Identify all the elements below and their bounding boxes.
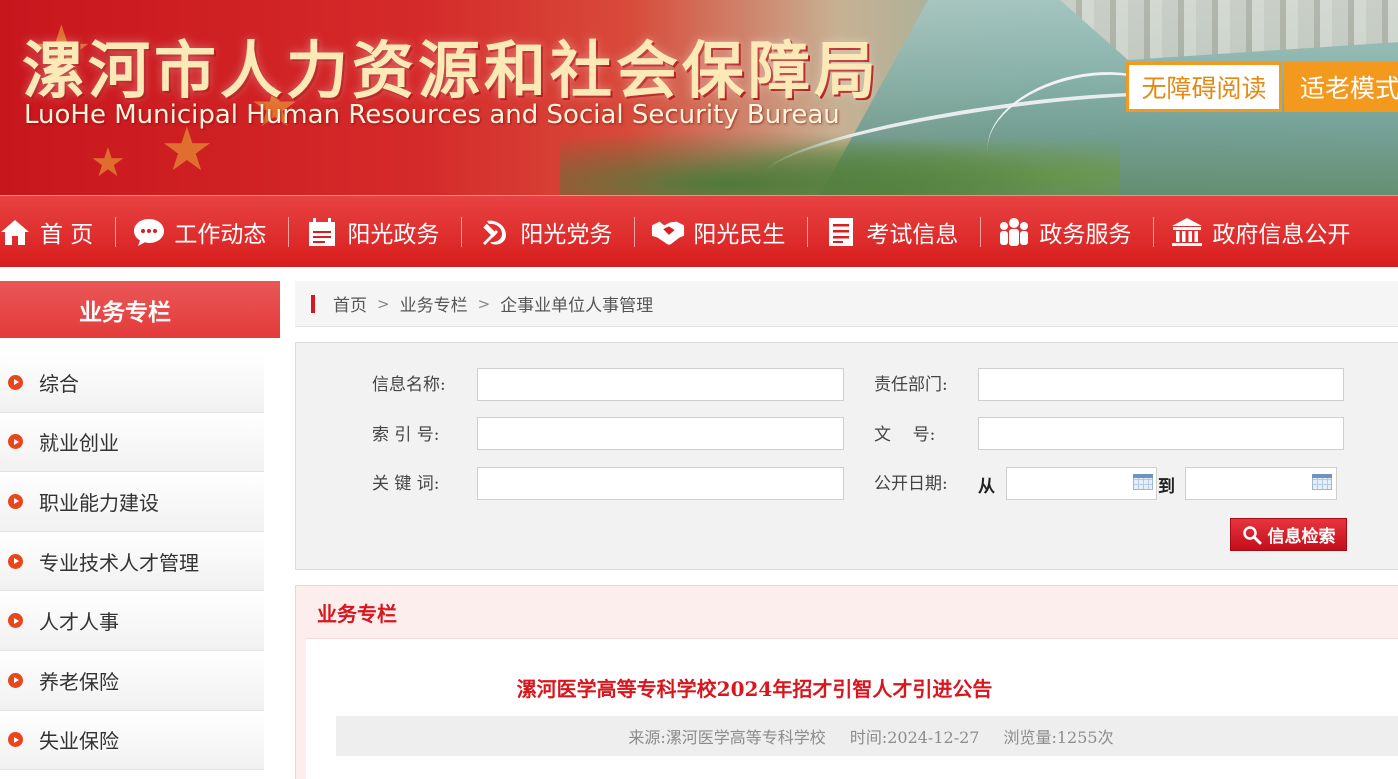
article-views: 浏览量:1255次 bbox=[1003, 728, 1114, 747]
nav-item-party-affairs[interactable]: 阳光党务 bbox=[478, 196, 613, 267]
sidebar-list: 综合 就业创业 职业能力建设 专业技术人才管理 人才人事 养老保险 失业保险 bbox=[0, 338, 264, 771]
handshake-icon bbox=[651, 215, 685, 249]
info-search-button[interactable]: 信息检索 bbox=[1230, 518, 1347, 551]
search-button-label: 信息检索 bbox=[1267, 527, 1336, 547]
calendar-picker-icon[interactable] bbox=[1133, 474, 1153, 490]
date-from-label: 从 bbox=[978, 477, 995, 497]
sidebar-item-talent-personnel[interactable]: 人才人事 bbox=[0, 591, 264, 651]
nav-divider bbox=[115, 216, 117, 247]
sidebar-item-label: 失业保险 bbox=[39, 729, 119, 754]
nav-divider bbox=[634, 216, 636, 247]
nav-item-label: 首 页 bbox=[40, 221, 94, 248]
date-to-label: 到 bbox=[1158, 477, 1175, 497]
info-name-input[interactable] bbox=[477, 368, 844, 401]
department-input[interactable] bbox=[978, 368, 1344, 401]
article-time: 时间:2024-12-27 bbox=[849, 728, 980, 747]
nav-item-label: 政务服务 bbox=[1039, 221, 1132, 248]
breadcrumb-current-link[interactable]: 企事业单位人事管理 bbox=[500, 291, 653, 316]
document-number-input[interactable] bbox=[978, 417, 1344, 450]
sidebar-item-label: 综合 bbox=[39, 371, 79, 396]
search-icon bbox=[1242, 525, 1262, 545]
nav-item-livelihood[interactable]: 阳光民生 bbox=[651, 196, 786, 267]
sidebar-item-label: 人才人事 bbox=[39, 610, 119, 635]
nav-item-label: 阳光民生 bbox=[693, 221, 786, 248]
sidebar-item-label: 养老保险 bbox=[39, 669, 119, 694]
nav-item-label: 阳光党务 bbox=[520, 221, 613, 248]
sidebar-item-label: 专业技术人才管理 bbox=[39, 550, 199, 575]
breadcrumb-section-link[interactable]: 业务专栏 bbox=[400, 291, 468, 316]
people-icon bbox=[997, 215, 1031, 249]
sidebar-item-vocational-skills[interactable]: 职业能力建设 bbox=[0, 472, 264, 532]
nav-item-home[interactable]: 首 页 bbox=[0, 196, 94, 267]
sidebar-item-label: 职业能力建设 bbox=[39, 490, 159, 515]
nav-item-label: 考试信息 bbox=[866, 221, 959, 248]
article-title: 漯河医学高等专科学校2024年招才引智人才引进公告 bbox=[516, 677, 993, 701]
keyword-input[interactable] bbox=[477, 467, 844, 500]
star-icon: ★ bbox=[90, 140, 126, 186]
section-title: 业务专栏 bbox=[317, 601, 397, 626]
arrow-bullet-icon bbox=[8, 613, 23, 629]
nav-item-label: 工作动态 bbox=[174, 221, 267, 248]
content-section: 业务专栏 漯河医学高等专科学校2024年招才引智人才引进公告 来源:漯河医学高等… bbox=[295, 585, 1398, 779]
arrow-bullet-icon bbox=[8, 493, 23, 509]
main-nav: 首 页 工作动态 阳光政务 阳光党务 阳光民生 考试信息 政务服务 政府信息公开 bbox=[0, 195, 1398, 267]
nav-item-label: 阳光政务 bbox=[347, 221, 440, 248]
publish-date-label: 公开日期: bbox=[874, 474, 948, 494]
chevron-right-icon: > bbox=[377, 294, 390, 313]
accessible-reading-button[interactable]: 无障碍阅读 bbox=[1126, 62, 1282, 112]
sidebar-item-professional-talent[interactable]: 专业技术人才管理 bbox=[0, 531, 264, 592]
sidebar-item-unemployment-insurance[interactable]: 失业保险 bbox=[0, 710, 264, 771]
nav-divider bbox=[288, 216, 290, 247]
nav-item-exam-info[interactable]: 考试信息 bbox=[824, 196, 959, 267]
sidebar-item-label: 就业创业 bbox=[39, 431, 119, 456]
banner-trees-image bbox=[560, 120, 1120, 195]
sidebar-item-employment[interactable]: 就业创业 bbox=[0, 412, 264, 473]
nav-divider bbox=[807, 216, 809, 247]
arrow-bullet-icon bbox=[8, 434, 23, 450]
chat-bubble-icon bbox=[132, 215, 166, 249]
nav-item-government-affairs[interactable]: 阳光政务 bbox=[305, 196, 440, 267]
document-list-icon bbox=[824, 215, 858, 249]
site-subtitle: LuoHe Municipal Human Resources and Soci… bbox=[24, 100, 840, 130]
calendar-picker-icon[interactable] bbox=[1312, 474, 1332, 490]
nav-divider bbox=[461, 216, 463, 247]
breadcrumb: 首页 > 业务专栏 > 企事业单位人事管理 bbox=[295, 281, 1398, 327]
arrow-bullet-icon bbox=[8, 672, 23, 688]
nav-item-label: 政府信息公开 bbox=[1212, 221, 1351, 248]
calendar-icon bbox=[305, 215, 339, 249]
document-number-label: 文 号: bbox=[874, 425, 936, 445]
nav-item-work-news[interactable]: 工作动态 bbox=[132, 196, 267, 267]
nav-divider bbox=[980, 216, 982, 247]
nav-item-government-services[interactable]: 政务服务 bbox=[997, 196, 1132, 267]
article-container: 漯河医学高等专科学校2024年招才引智人才引进公告 来源:漯河医学高等专科学校 … bbox=[306, 638, 1398, 779]
article-meta: 来源:漯河医学高等专科学校 时间:2024-12-27 浏览量:1255次 bbox=[336, 716, 1398, 756]
sidebar: 业务专栏 综合 就业创业 职业能力建设 专业技术人才管理 人才人事 养老保险 失… bbox=[0, 281, 280, 779]
chevron-right-icon: > bbox=[477, 294, 491, 313]
government-building-icon bbox=[1170, 215, 1204, 249]
nav-item-info-disclosure[interactable]: 政府信息公开 bbox=[1170, 196, 1351, 267]
article-source: 来源:漯河医学高等专科学校 bbox=[628, 728, 826, 747]
sidebar-item-general[interactable]: 综合 bbox=[0, 353, 264, 413]
site-banner: ★ ★ ★ ★ 漯河市人力资源和社会保障局 LuoHe Municipal Hu… bbox=[0, 0, 1398, 195]
info-name-label: 信息名称: bbox=[372, 375, 446, 395]
index-number-label: 索 引 号: bbox=[372, 425, 440, 445]
home-icon bbox=[0, 215, 32, 249]
nav-divider bbox=[1153, 216, 1155, 247]
breadcrumb-home-link[interactable]: 首页 bbox=[333, 291, 367, 316]
breadcrumb-marker bbox=[311, 294, 315, 313]
elderly-mode-button[interactable]: 适老模式 bbox=[1284, 62, 1398, 112]
arrow-bullet-icon bbox=[8, 374, 23, 390]
sidebar-title: 业务专栏 bbox=[0, 281, 280, 338]
arrow-bullet-icon bbox=[8, 553, 23, 569]
keyword-label: 关 键 词: bbox=[372, 474, 440, 494]
department-label: 责任部门: bbox=[874, 375, 948, 395]
hammer-sickle-icon bbox=[478, 215, 512, 249]
site-title: 漯河市人力资源和社会保障局 bbox=[22, 34, 881, 107]
search-panel: 信息名称: 责任部门: 索 引 号: 文 号: 关 键 词: 公开日期: 从 到… bbox=[295, 342, 1398, 570]
index-number-input[interactable] bbox=[477, 417, 844, 450]
arrow-bullet-icon bbox=[8, 732, 23, 748]
